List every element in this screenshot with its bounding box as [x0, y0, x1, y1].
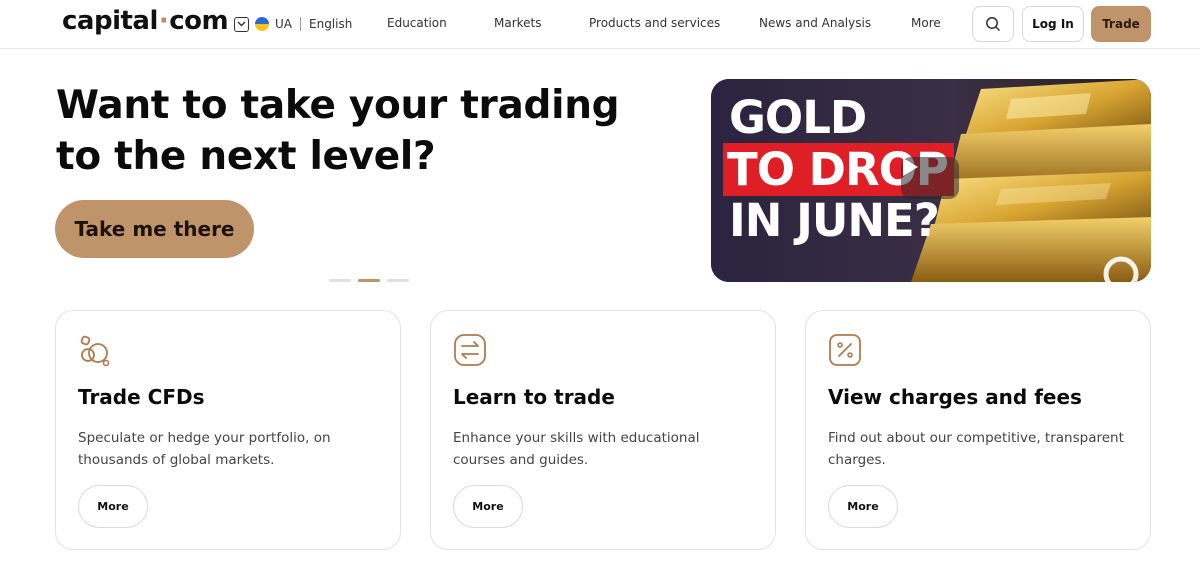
percent-icon: [829, 334, 861, 366]
more-button[interactable]: More: [828, 485, 898, 528]
ukraine-flag-icon: [255, 17, 269, 31]
nav-news-and-analysis[interactable]: News and Analysis: [759, 16, 871, 30]
nav-markets[interactable]: Markets: [494, 16, 542, 30]
card-description: Find out about our competitive, transpar…: [828, 430, 1124, 468]
top-navigation-bar: capital·com UA English Education Markets…: [0, 0, 1200, 49]
logo-text-left: capital: [62, 6, 158, 36]
search-icon: [986, 17, 1001, 32]
language-selector[interactable]: UA English: [234, 15, 352, 33]
card-title: View charges and fees: [828, 385, 1082, 409]
coins-icon: [80, 335, 110, 367]
card-view-charges-and-fees: View charges and fees Find out about our…: [805, 310, 1151, 550]
play-icon: [903, 158, 918, 176]
card-trade-cfds: Trade CFDs Speculate or hedge your portf…: [55, 310, 401, 550]
nav-education[interactable]: Education: [387, 16, 447, 30]
capital-com-logo[interactable]: capital·com: [62, 6, 229, 36]
carousel-indicators: [329, 279, 409, 282]
carousel-dot-3[interactable]: [387, 279, 409, 282]
chevron-down-icon: [234, 16, 249, 32]
video-headline-line1: GOLD: [729, 91, 867, 144]
exchange-arrows-icon: [454, 334, 486, 366]
video-headline-line3: IN JUNE?: [729, 194, 940, 247]
login-button[interactable]: Log In: [1022, 6, 1084, 42]
card-title: Trade CFDs: [78, 385, 205, 409]
more-button[interactable]: More: [453, 485, 523, 528]
play-button[interactable]: [901, 157, 959, 199]
take-me-there-button[interactable]: Take me there: [55, 200, 254, 258]
country-code: UA: [275, 17, 292, 31]
search-button[interactable]: [972, 6, 1014, 42]
language-label: English: [309, 17, 353, 31]
video-thumbnail[interactable]: GOLD TO DROP IN JUNE?: [711, 79, 1151, 282]
trade-button[interactable]: Trade: [1091, 6, 1151, 42]
divider: [300, 17, 301, 31]
card-description: Enhance your skills with educational cou…: [453, 430, 700, 468]
nav-products-and-services[interactable]: Products and services: [589, 16, 720, 30]
card-learn-to-trade: Learn to trade Enhance your skills with …: [430, 310, 776, 550]
logo-dot: ·: [158, 6, 169, 36]
more-button[interactable]: More: [78, 485, 148, 528]
carousel-dot-1[interactable]: [329, 279, 351, 282]
nav-more[interactable]: More: [911, 16, 941, 30]
hero-title: Want to take your trading to the next le…: [56, 83, 620, 179]
logo-text-right: com: [169, 6, 229, 36]
card-description: Speculate or hedge your portfolio, on th…: [78, 430, 331, 468]
carousel-dot-2-active[interactable]: [358, 279, 380, 282]
card-title: Learn to trade: [453, 385, 615, 409]
